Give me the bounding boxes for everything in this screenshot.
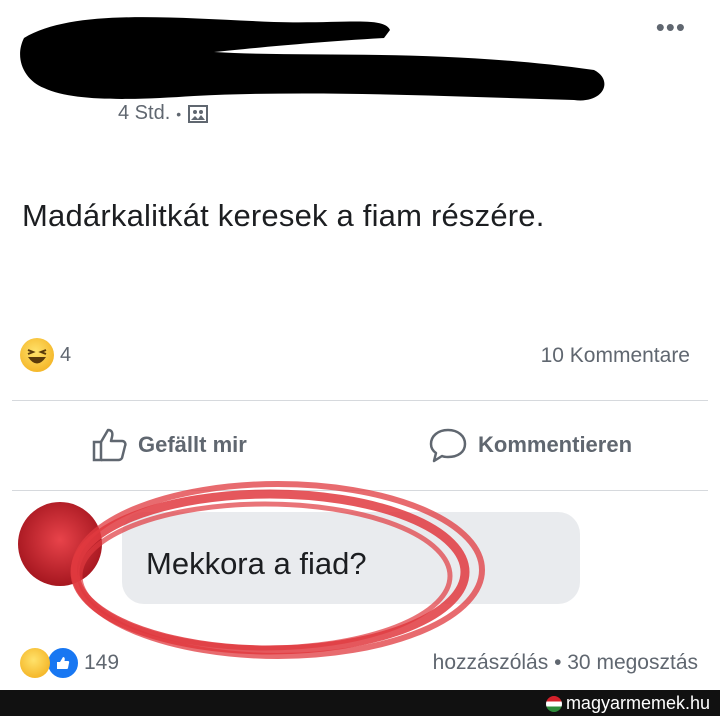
- post-time: 4 Std.: [118, 102, 171, 124]
- comment-label: Kommentieren: [478, 432, 633, 457]
- reaction-count: 4: [60, 343, 72, 366]
- reactions-footer[interactable]: 149: [20, 646, 119, 680]
- footer-reaction-count: 149: [84, 651, 120, 674]
- like-label: Gefällt mir: [138, 432, 247, 457]
- separator-dot: •: [176, 105, 182, 122]
- reactions-summary[interactable]: 4: [20, 338, 71, 372]
- divider: [12, 400, 708, 401]
- post-timestamp-row: 4 Std. •: [118, 102, 209, 125]
- comments-shares-summary[interactable]: hozzászólás • 30 megosztás: [433, 651, 698, 675]
- haha-reaction-icon: [20, 338, 54, 372]
- avatar[interactable]: [18, 502, 102, 586]
- divider: [12, 490, 708, 491]
- redacted-name: [20, 17, 605, 101]
- more-options-icon[interactable]: •••: [656, 14, 686, 40]
- like-reaction-icon: [46, 646, 80, 680]
- flag-logo-icon: [545, 695, 562, 712]
- like-button[interactable]: Gefällt mir: [90, 426, 247, 464]
- comments-count-link[interactable]: 10 Kommentare: [541, 344, 690, 368]
- speech-bubble-icon: [429, 428, 467, 463]
- photo-audience-icon: [188, 104, 209, 123]
- comment-text: Mekkora a fiad?: [146, 546, 367, 581]
- post-text: Madárkalitkát keresek a fiam részére.: [22, 198, 545, 233]
- watermark: magyarmemek.hu: [545, 693, 710, 714]
- thumbs-up-icon: [92, 428, 127, 462]
- haha-reaction-icon: [20, 648, 50, 678]
- comment-button[interactable]: Kommentieren: [428, 426, 632, 464]
- watermark-text: magyarmemek.hu: [565, 693, 710, 713]
